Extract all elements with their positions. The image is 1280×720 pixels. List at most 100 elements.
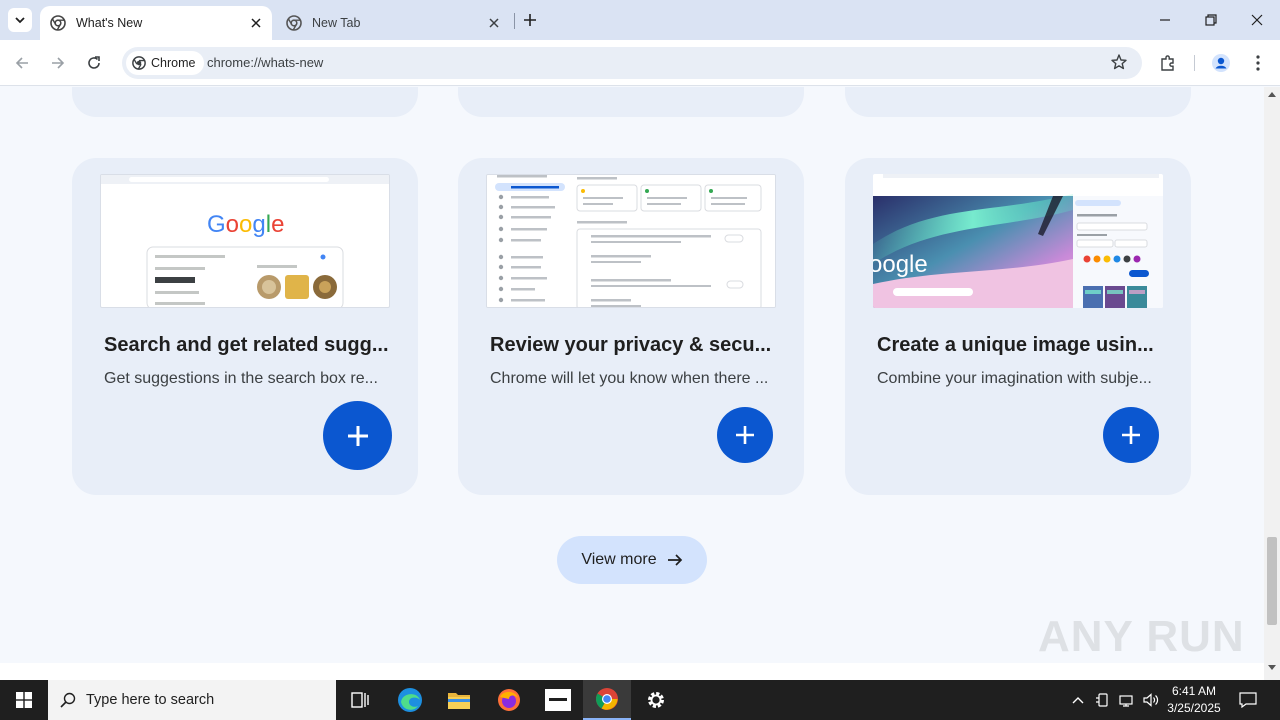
feature-card-partial — [845, 87, 1191, 117]
card-title: Create a unique image usin... — [877, 334, 1154, 356]
google-logo: oogle — [873, 251, 928, 278]
toolbar-separator — [1194, 55, 1195, 71]
expand-button[interactable] — [323, 401, 392, 470]
view-more-button[interactable]: View more — [557, 536, 707, 584]
tray-overflow-button[interactable] — [1068, 680, 1088, 720]
start-button[interactable] — [0, 680, 48, 720]
feature-card-partial — [72, 87, 418, 117]
task-view-button[interactable] — [336, 680, 384, 720]
expand-button[interactable] — [1103, 407, 1159, 463]
gear-icon — [648, 692, 664, 708]
avatar-icon — [1212, 54, 1230, 72]
taskbar-settings[interactable] — [632, 680, 680, 720]
google-logo: Google — [207, 211, 284, 238]
more-vert-icon — [1256, 55, 1260, 71]
customize-chrome-screenshot: oogle — [873, 174, 1163, 308]
plus-icon — [524, 14, 536, 26]
taskbar-clock[interactable]: 6:41 AM 3/25/2025 — [1162, 683, 1226, 717]
plus-icon — [1122, 426, 1140, 444]
volume-icon — [1143, 693, 1159, 707]
chrome-logo-icon — [132, 56, 146, 70]
feature-card-privacy-security[interactable]: Review your privacy & secu... Chrome wil… — [458, 158, 804, 495]
taskbar-file-explorer[interactable] — [435, 680, 483, 720]
arrow-right-icon — [52, 57, 65, 69]
windows-taskbar: Type here to search 6:41 AM 3/25/2025 — [0, 680, 1280, 720]
feature-card-partial — [458, 87, 804, 117]
close-icon[interactable] — [248, 15, 264, 31]
edge-browser-icon — [398, 688, 422, 712]
scroll-up-arrow-icon[interactable] — [1268, 91, 1276, 97]
whats-new-page: Google Search and get related sugg... Ge… — [0, 87, 1264, 663]
menu-button[interactable] — [1246, 51, 1270, 75]
card-title: Search and get related sugg... — [104, 334, 389, 356]
window-close-button[interactable] — [1234, 0, 1280, 40]
reload-icon — [88, 56, 100, 69]
arrow-left-icon — [15, 57, 28, 69]
plus-icon — [347, 425, 368, 446]
minimize-icon — [1160, 19, 1170, 21]
scroll-down-arrow-icon[interactable] — [1268, 665, 1276, 671]
forward-button[interactable] — [46, 51, 70, 75]
chrome-favicon-icon — [50, 15, 66, 31]
bookmark-star-button[interactable] — [1110, 53, 1128, 76]
windows-logo-icon — [16, 692, 32, 708]
expand-button[interactable] — [717, 407, 773, 463]
chevron-down-icon — [15, 17, 25, 24]
feature-card-unique-image[interactable]: oogle Create a unique image usin... Comb… — [845, 158, 1191, 495]
taskbar-app-terminal[interactable] — [534, 680, 582, 720]
view-more-label: View more — [581, 551, 657, 568]
restore-icon — [1205, 14, 1217, 26]
app-tile-icon — [545, 689, 571, 711]
address-bar[interactable]: Chrome chrome://whats-new — [122, 47, 1142, 79]
card-description: Chrome will let you know when there ... — [490, 370, 769, 387]
search-suggestions-screenshot: Google — [100, 174, 390, 308]
extensions-button[interactable] — [1156, 51, 1180, 75]
tray-network-button[interactable] — [1116, 680, 1138, 720]
search-icon — [60, 692, 76, 708]
chevron-up-icon — [1072, 697, 1084, 704]
taskbar-edge[interactable] — [386, 680, 434, 720]
network-icon — [1119, 695, 1133, 707]
tab-new-tab[interactable]: New Tab — [276, 6, 510, 40]
page-scrollbar[interactable] — [1264, 87, 1280, 680]
tab-search-button[interactable] — [8, 8, 32, 32]
card-description: Get suggestions in the search box re... — [104, 370, 378, 387]
close-icon — [1251, 14, 1263, 26]
profile-button[interactable] — [1209, 51, 1233, 75]
restore-button[interactable] — [1188, 0, 1234, 40]
firefox-icon — [498, 689, 520, 711]
back-button[interactable] — [10, 51, 34, 75]
close-icon[interactable] — [486, 15, 502, 31]
tray-volume-button[interactable] — [1140, 680, 1162, 720]
card-title: Review your privacy & secu... — [490, 334, 772, 356]
minimize-button[interactable] — [1142, 0, 1188, 40]
tray-device-button[interactable] — [1093, 680, 1113, 720]
task-view-icon — [351, 692, 369, 708]
chrome-logo-icon — [596, 688, 618, 710]
card-description: Combine your imagination with subje... — [877, 370, 1152, 387]
tab-title: What's New — [76, 16, 143, 30]
browser-toolbar: Chrome chrome://whats-new — [0, 40, 1280, 86]
notification-icon — [1239, 692, 1257, 708]
taskbar-search-box[interactable]: Type here to search — [48, 680, 336, 720]
taskbar-firefox[interactable] — [485, 680, 533, 720]
puzzle-icon — [1161, 55, 1174, 71]
url-text[interactable]: chrome://whats-new — [207, 55, 323, 70]
device-icon — [1096, 693, 1108, 707]
folder-icon — [448, 693, 470, 709]
scrollbar-thumb[interactable] — [1267, 537, 1277, 625]
new-tab-button[interactable] — [520, 10, 540, 30]
clock-date: 3/25/2025 — [1167, 701, 1221, 715]
tab-whats-new[interactable]: What's New — [40, 6, 272, 40]
clock-time: 6:41 AM — [1171, 684, 1217, 698]
notifications-button[interactable] — [1234, 680, 1262, 720]
tab-title: New Tab — [312, 16, 361, 30]
feature-card-search-suggestions[interactable]: Google Search and get related sugg... Ge… — [72, 158, 418, 495]
page-bottom-strip — [0, 663, 1264, 680]
site-chip-label: Chrome — [151, 56, 196, 70]
reload-button[interactable] — [82, 51, 106, 75]
site-info-chip[interactable]: Chrome — [126, 51, 205, 75]
taskbar-chrome[interactable] — [583, 680, 631, 720]
plus-icon — [736, 426, 754, 444]
tab-separator — [514, 13, 515, 29]
